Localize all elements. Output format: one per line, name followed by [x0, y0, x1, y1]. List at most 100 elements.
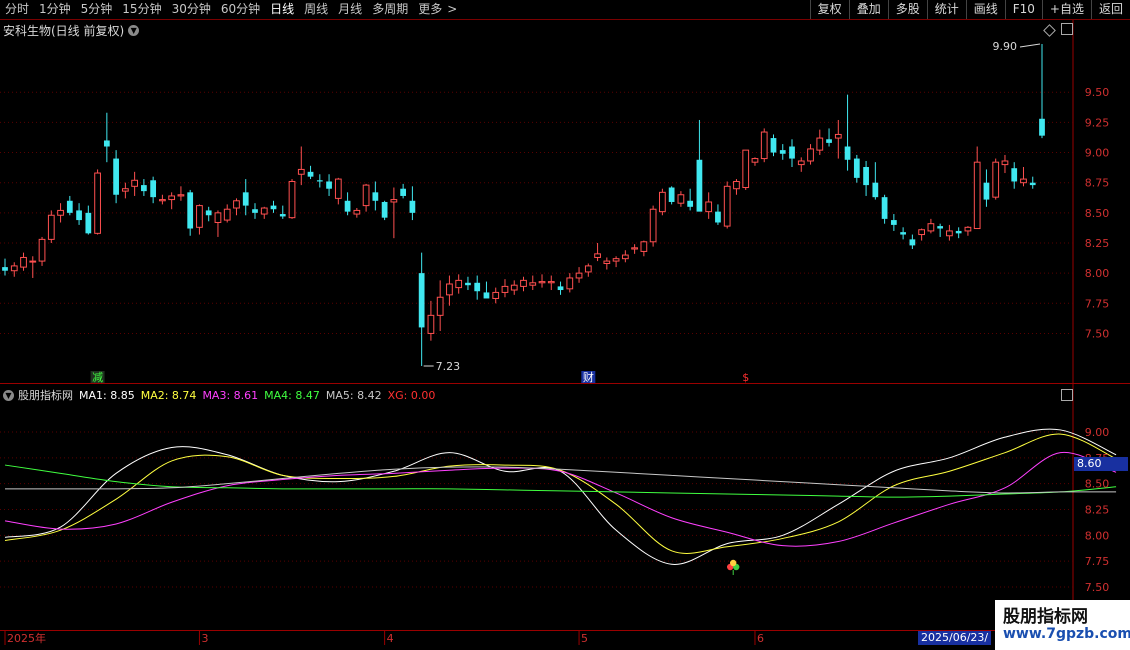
candle-107: [992, 158, 1000, 200]
tool-buttons: 复权 叠加 多股 统计 画线 F10 +自选 返回: [809, 0, 1130, 19]
candle-100: [927, 218, 935, 234]
candle-body: [751, 158, 759, 163]
price-tick-4: 8.50: [1085, 207, 1110, 220]
candle-body: [483, 292, 490, 299]
candle-body: [715, 211, 721, 223]
tab-timeframe-6[interactable]: 日线: [265, 0, 299, 19]
candle-89: [826, 128, 832, 147]
candle-body: [344, 200, 351, 212]
candle-24: [223, 204, 231, 223]
indicator-name[interactable]: 股朋指标网: [18, 387, 73, 403]
tool-button-3[interactable]: 统计: [926, 0, 966, 19]
tool-button-6[interactable]: +自选: [1041, 0, 1091, 19]
candle-body: [742, 149, 750, 189]
candle-52: [483, 281, 490, 299]
tool-button-4[interactable]: 画线: [965, 0, 1005, 19]
candle-body: [94, 172, 101, 234]
candle-body: [900, 232, 906, 235]
candle-body: [863, 167, 869, 186]
candle-5: [47, 210, 55, 243]
tab-timeframe-4[interactable]: 30分钟: [167, 0, 216, 19]
event-reduce-marker: 减: [92, 371, 103, 384]
candle-body: [659, 191, 666, 213]
candle-51: [474, 275, 481, 300]
price-tick-3: 8.25: [1085, 237, 1110, 250]
candle-body: [113, 158, 119, 195]
tab-timeframe-5[interactable]: 60分钟: [216, 0, 265, 19]
candle-86: [797, 157, 805, 172]
candle-48: [446, 275, 453, 306]
candle-body: [372, 192, 379, 201]
candle-body: [816, 137, 824, 151]
candle-74: [687, 188, 694, 211]
tab-timeframe-7[interactable]: 周线: [299, 0, 333, 19]
tool-button-7[interactable]: 返回: [1090, 0, 1130, 19]
tool-button-2[interactable]: 多股: [887, 0, 927, 19]
chevron-down-icon[interactable]: ▼: [128, 25, 140, 36]
candle-body: [510, 284, 518, 291]
tab-timeframe-3[interactable]: 15分钟: [117, 0, 166, 19]
candle-body: [529, 282, 537, 286]
candle-106: [983, 169, 990, 207]
tab-timeframe-10[interactable]: 更多: [413, 0, 447, 19]
candle-25: [233, 198, 240, 216]
candle-body: [326, 181, 332, 189]
candle-8: [76, 203, 82, 225]
tool-button-1[interactable]: 叠加: [848, 0, 888, 19]
indicator-panel-toggle-icon[interactable]: [1061, 389, 1073, 401]
candle-body: [465, 282, 471, 286]
candle-49: [455, 274, 463, 294]
watermark: 股朋指标网 www.7gpzb.com: [995, 600, 1130, 650]
candle-body: [353, 209, 361, 215]
candle-17: [159, 194, 166, 205]
legend-item-1: MA2: 8.74: [140, 388, 197, 402]
price-axis: 7.50 7.75 8.00 8.25 8.50 8.75 9.00 9.25 9.50 7.50…: [4, 86, 1110, 645]
candle-6: [57, 203, 64, 223]
candle-body: [279, 214, 286, 217]
panel-toggle-icon[interactable]: [1061, 23, 1073, 35]
candle-109: [1011, 162, 1018, 189]
candle-83: [770, 134, 777, 157]
price-tick-1: 7.75: [1085, 297, 1110, 310]
candle-body: [141, 185, 147, 192]
candle-body: [872, 182, 879, 198]
candle-79: [733, 179, 740, 195]
candle-53: [492, 287, 500, 304]
indicator-lines[interactable]: [4, 428, 1117, 565]
candle-92: [853, 154, 860, 183]
candle-body: [918, 229, 926, 236]
candle-35: [326, 174, 332, 196]
candle-12: [113, 150, 119, 204]
candle-body: [38, 238, 46, 262]
chevron-down-icon[interactable]: ▼: [3, 389, 14, 401]
tool-button-0[interactable]: 复权: [809, 0, 849, 19]
candle-41: [381, 200, 388, 221]
candle-75: [696, 119, 703, 212]
candle-body: [1011, 168, 1018, 182]
candle-body: [547, 281, 555, 284]
candle-108: [1001, 154, 1009, 174]
candle-body: [20, 256, 27, 268]
candle-body: [187, 192, 194, 229]
tab-timeframe-1[interactable]: 1分钟: [34, 0, 76, 19]
candle-body: [121, 188, 129, 192]
candle-91: [844, 94, 851, 171]
candle-99: [918, 228, 926, 241]
stock-title: 安科生物(日线 前复权): [3, 24, 125, 38]
tab-timeframe-2[interactable]: 5分钟: [76, 0, 118, 19]
price-grid: [0, 91, 1073, 334]
tool-button-5[interactable]: F10: [1004, 0, 1042, 19]
candle-body: [159, 199, 166, 202]
candle-9: [85, 205, 92, 235]
candle-body: [252, 209, 258, 213]
tab-timeframe-0[interactable]: 分时: [0, 0, 34, 19]
candle-22: [205, 206, 212, 222]
candle-68: [631, 244, 638, 254]
stock-title-row: 安科生物(日线 前复权) ▼: [3, 22, 140, 39]
candle-67: [621, 250, 629, 263]
candle-body: [964, 226, 972, 232]
tab-timeframe-8[interactable]: 月线: [333, 0, 367, 19]
tab-timeframe-9[interactable]: 多周期: [367, 0, 413, 19]
chevron-right-icon[interactable]: >: [447, 0, 462, 19]
price-tick-2: 8.00: [1085, 267, 1110, 280]
